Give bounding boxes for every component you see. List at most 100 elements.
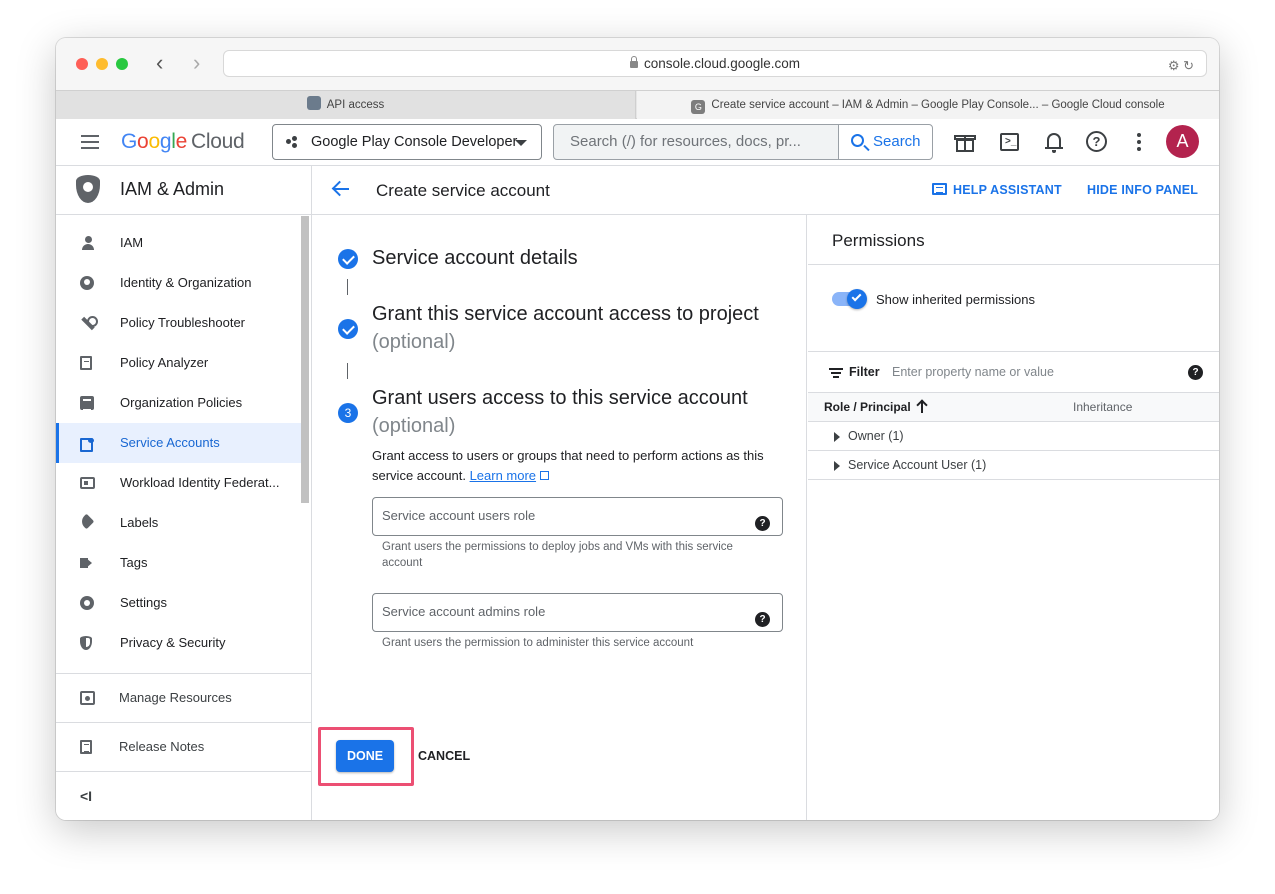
sidebar-item-identity-organization[interactable]: Identity & Organization — [56, 263, 301, 303]
sidebar-item-labels[interactable]: Labels — [56, 503, 301, 543]
search-icon — [851, 134, 864, 147]
privacy-shield-icon — [80, 636, 92, 650]
address-bar[interactable]: console.cloud.google.com ⚙ ↻ — [223, 50, 1207, 77]
sidebar: IAM & Admin IAM Identity & Organization … — [56, 166, 312, 820]
search-button[interactable]: Search — [838, 125, 932, 159]
cancel-button[interactable]: CANCEL — [418, 749, 470, 763]
step-3-title: Grant users access to this service accou… — [372, 387, 748, 409]
project-dots-icon — [286, 136, 300, 148]
translate-reload-icons[interactable]: ⚙ ↻ — [1168, 53, 1194, 79]
tab-create-service-account[interactable]: G Create service account – IAM & Admin – … — [637, 91, 1219, 119]
users-role-field[interactable]: Service account users role ? — [372, 497, 783, 536]
close-window-button[interactable] — [76, 58, 88, 70]
help-icon[interactable]: ? — [1086, 131, 1108, 153]
step-3-optional: (optional) — [372, 415, 456, 437]
table-row[interactable]: Owner (1) — [808, 422, 1219, 451]
service-account-icon — [80, 436, 94, 452]
sidebar-item-service-accounts[interactable]: Service Accounts — [56, 423, 301, 463]
sidebar-item-policy-analyzer[interactable]: Policy Analyzer — [56, 343, 301, 383]
filter-icon — [829, 368, 843, 378]
done-button[interactable]: DONE — [336, 740, 394, 772]
step-3-number-badge: 3 — [338, 403, 358, 423]
manage-resources-link[interactable]: Manage Resources — [56, 674, 311, 722]
release-notes-icon — [80, 740, 92, 754]
table-row[interactable]: Service Account User (1) — [808, 451, 1219, 480]
info-panel-header: Permissions — [808, 215, 1219, 265]
sidebar-item-policy-troubleshooter[interactable]: Policy Troubleshooter — [56, 303, 301, 343]
step-2-title[interactable]: Grant this service account access to pro… — [372, 303, 759, 326]
show-inherited-toggle[interactable] — [832, 289, 867, 309]
help-icon[interactable]: ? — [755, 516, 770, 531]
expand-arrow-icon[interactable] — [834, 461, 840, 471]
learn-more-link[interactable]: Learn more — [470, 468, 536, 483]
avatar[interactable]: A — [1166, 125, 1199, 158]
filter-bar[interactable]: Filter Enter property name or value ? — [808, 351, 1219, 393]
hide-info-panel-button[interactable]: HIDE INFO PANEL — [1087, 183, 1198, 197]
sidebar-item-tags[interactable]: Tags — [56, 543, 301, 583]
create-form: Service account details Grant this servi… — [312, 215, 807, 820]
help-icon[interactable]: ? — [1188, 365, 1203, 380]
checkmark-icon — [851, 291, 862, 302]
users-role-label: Service account users role — [382, 508, 536, 523]
tab-api-access[interactable]: API access — [56, 91, 636, 119]
back-nav-icon[interactable]: ‹ — [156, 52, 163, 74]
sidebar-divider — [56, 771, 311, 772]
sidebar-item-privacy-security[interactable]: Privacy & Security — [56, 623, 301, 663]
label-icon — [78, 513, 95, 530]
main-area: Create service account HELP ASSISTANT HI… — [312, 166, 1219, 820]
admins-role-label: Service account admins role — [382, 604, 546, 619]
console-header: Google Cloud Google Play Console Develope… — [56, 119, 1219, 166]
permissions-table-header: Role / Principal Inheritance — [808, 393, 1219, 422]
more-options-icon[interactable] — [1136, 131, 1142, 153]
column-header-role[interactable]: Role / Principal — [824, 400, 911, 414]
back-arrow-icon[interactable] — [332, 180, 350, 198]
cloud-shell-icon[interactable]: >_ — [999, 131, 1021, 153]
sidebar-item-settings[interactable]: Settings — [56, 583, 301, 623]
browser-window: ‹ › console.cloud.google.com ⚙ ↻ API acc… — [56, 38, 1219, 820]
sort-ascending-icon[interactable] — [916, 399, 928, 413]
zoom-window-button[interactable] — [116, 58, 128, 70]
filter-input[interactable]: Enter property name or value — [892, 365, 1054, 379]
menu-icon[interactable] — [81, 135, 99, 149]
sidebar-scrollbar[interactable] — [301, 216, 309, 503]
forward-nav-icon[interactable]: › — [193, 52, 200, 74]
sidebar-title: IAM & Admin — [120, 179, 225, 199]
google-cloud-logo[interactable]: Google Cloud — [121, 129, 245, 155]
page-header: Create service account HELP ASSISTANT HI… — [312, 166, 1219, 215]
info-panel-title: Permissions — [832, 231, 925, 250]
step-complete-icon — [338, 249, 358, 269]
url-text: console.cloud.google.com — [643, 56, 801, 71]
sidebar-item-workload-identity[interactable]: Workload Identity Federat... — [56, 463, 301, 503]
filter-label: Filter — [849, 365, 880, 379]
search-bar[interactable]: Search (/) for resources, docs, pr... Se… — [553, 124, 933, 160]
help-assistant-button[interactable]: HELP ASSISTANT — [932, 183, 1062, 197]
step-1-title[interactable]: Service account details — [372, 247, 578, 270]
list-icon — [80, 396, 94, 411]
search-input[interactable]: Search (/) for resources, docs, pr... — [570, 125, 801, 159]
document-search-icon — [80, 356, 92, 370]
notifications-bell-icon[interactable] — [1043, 131, 1065, 153]
info-panel: Permissions Show inherited permissions F… — [808, 215, 1219, 820]
step-2-optional: (optional) — [372, 331, 456, 353]
gift-icon[interactable] — [954, 131, 976, 153]
sidebar-item-iam[interactable]: IAM — [56, 223, 301, 263]
external-link-icon — [540, 471, 550, 480]
minimize-window-button[interactable] — [96, 58, 108, 70]
chevron-down-icon — [515, 140, 527, 146]
help-icon[interactable]: ? — [755, 612, 770, 627]
collapse-sidebar-icon[interactable]: <I — [80, 788, 92, 804]
sidebar-item-organization-policies[interactable]: Organization Policies — [56, 383, 301, 423]
play-console-favicon-icon — [306, 96, 321, 110]
tag-icon — [80, 556, 94, 570]
show-inherited-label: Show inherited permissions — [876, 292, 1035, 307]
expand-arrow-icon[interactable] — [834, 432, 840, 442]
iam-shield-icon — [76, 175, 100, 203]
tab-bar: API access G Create service account – IAM… — [56, 90, 1219, 119]
google-favicon-icon: G — [691, 100, 706, 114]
users-role-hint: Grant users the permissions to deploy jo… — [382, 541, 733, 569]
release-notes-link[interactable]: Release Notes — [56, 723, 311, 771]
step-complete-icon — [338, 319, 358, 339]
project-selector[interactable]: Google Play Console Developer — [272, 124, 542, 160]
admins-role-field[interactable]: Service account admins role ? — [372, 593, 783, 632]
admins-role-hint: Grant users the permission to administer… — [382, 637, 694, 649]
